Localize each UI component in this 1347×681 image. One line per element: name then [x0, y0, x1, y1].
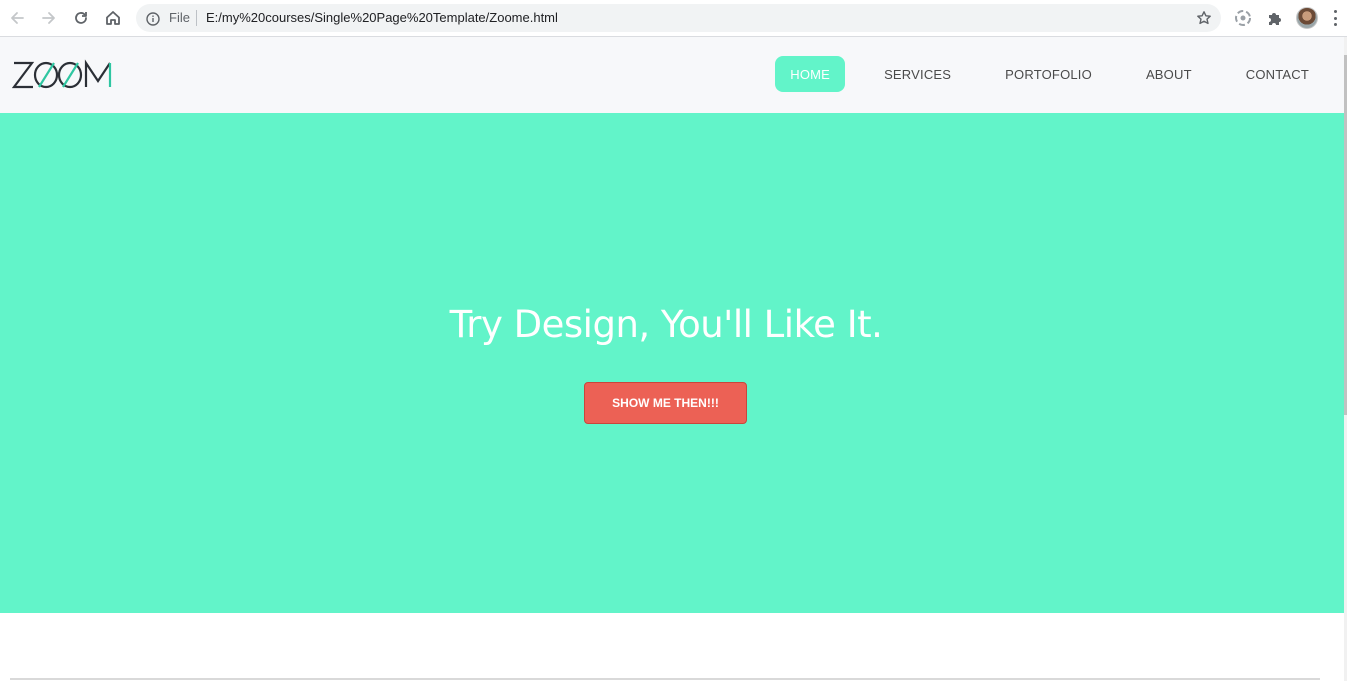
- nav-services[interactable]: SERVICES: [869, 56, 966, 92]
- page-viewport: HOME SERVICES PORTOFOLIO ABOUT CONTACT T…: [0, 37, 1344, 681]
- horizontal-scrollbar[interactable]: [10, 678, 1320, 680]
- nav-about[interactable]: ABOUT: [1131, 56, 1207, 92]
- home-icon[interactable]: [101, 6, 125, 30]
- info-icon[interactable]: [146, 11, 160, 26]
- extension-icon[interactable]: [1233, 8, 1253, 28]
- url-separator: [196, 10, 197, 26]
- url-scheme-label: File: [169, 10, 190, 25]
- url-text[interactable]: E:/my%20courses/Single%20Page%20Template…: [206, 10, 558, 25]
- puzzle-icon[interactable]: [1265, 8, 1285, 28]
- address-bar[interactable]: File E:/my%20courses/Single%20Page%20Tem…: [136, 4, 1221, 32]
- site-logo[interactable]: [11, 57, 122, 93]
- bookmark-star-icon[interactable]: [1196, 10, 1212, 26]
- main-nav: HOME SERVICES PORTOFOLIO ABOUT CONTACT: [751, 56, 1324, 92]
- avatar[interactable]: [1296, 7, 1318, 29]
- site-header: HOME SERVICES PORTOFOLIO ABOUT CONTACT: [0, 37, 1344, 113]
- hero-section: Try Design, You'll Like It. SHOW ME THEN…: [0, 113, 1344, 613]
- forward-icon[interactable]: [37, 6, 61, 30]
- nav-home[interactable]: HOME: [775, 56, 846, 92]
- browser-toolbar: File E:/my%20courses/Single%20Page%20Tem…: [0, 0, 1347, 37]
- show-me-button[interactable]: SHOW ME THEN!!!: [584, 382, 747, 424]
- nav-portofolio[interactable]: PORTOFOLIO: [990, 56, 1107, 92]
- hero-title: Try Design, You'll Like It.: [449, 303, 883, 346]
- reload-icon[interactable]: [69, 6, 93, 30]
- nav-contact[interactable]: CONTACT: [1231, 56, 1324, 92]
- back-icon[interactable]: [5, 6, 29, 30]
- menu-icon[interactable]: [1332, 10, 1338, 26]
